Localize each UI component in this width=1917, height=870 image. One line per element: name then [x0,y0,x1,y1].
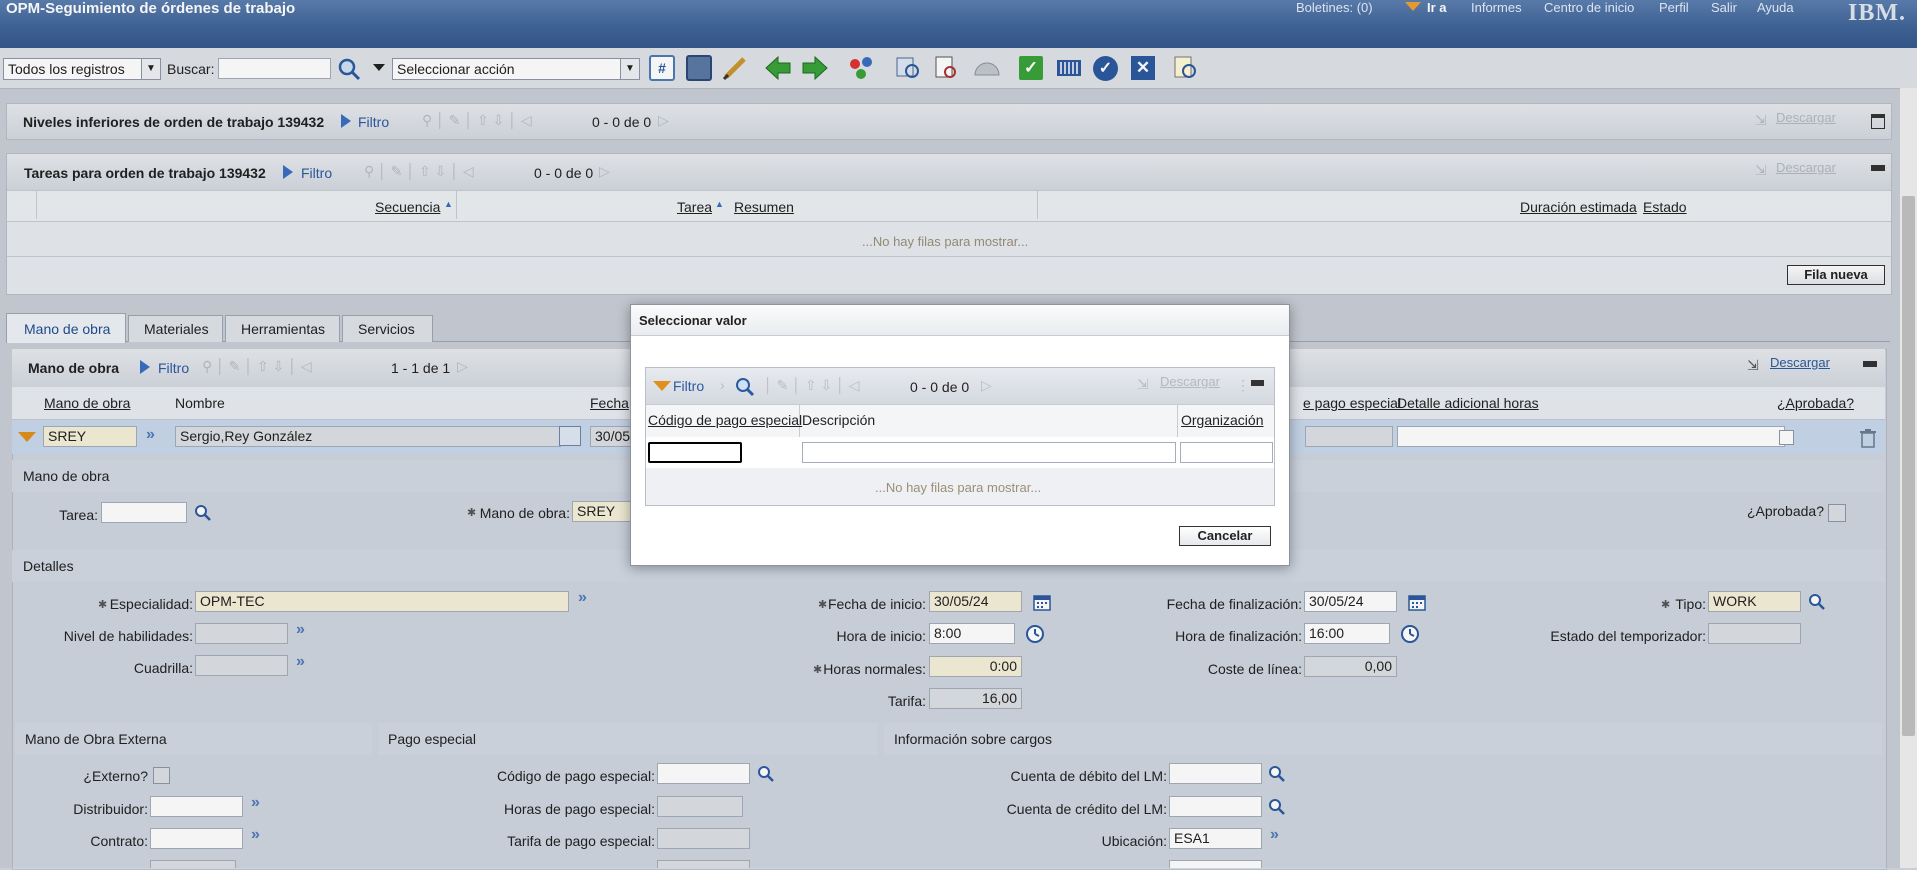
download-icon: ⇲ [1137,376,1149,392]
column-header-description: Descripción [802,412,876,428]
column-header-organization[interactable]: Organización [1181,412,1264,428]
next-page-icon: ▷ [981,377,992,393]
organization-filter-input[interactable] [1180,442,1273,463]
dialog-title: Seleccionar valor [639,313,747,328]
empty-rows-message: ...No hay filas para mostrar... [875,480,1042,495]
separator-icon: ⋮ [1236,377,1250,393]
chevron-right-icon: › [720,377,725,393]
select-value-dialog: Seleccionar valor Filtro › │ ✎ │ ⇧ ⇩ │ ◁… [630,304,1290,566]
filter-link[interactable]: Filtro [673,378,704,394]
cancel-button[interactable]: Cancelar [1179,526,1271,546]
edit-icon: │ ✎ │ ⇧ ⇩ │ ◁ [764,377,860,393]
dialog-header: Seleccionar valor [631,305,1289,336]
search-icon[interactable] [734,376,756,398]
description-filter-input[interactable] [802,442,1176,463]
filter-toggle-icon[interactable] [653,381,671,391]
download-link: Descargar [1160,374,1220,389]
lookup-table: Filtro › │ ✎ │ ⇧ ⇩ │ ◁ 0 - 0 de 0 ▷ ⇲ De… [645,367,1275,506]
premium-code-filter-input[interactable] [648,442,742,463]
minimize-icon[interactable] [1251,380,1264,386]
column-header-premium-code[interactable]: Código de pago especial [648,412,802,428]
lookup-count: 0 - 0 de 0 [910,379,970,395]
